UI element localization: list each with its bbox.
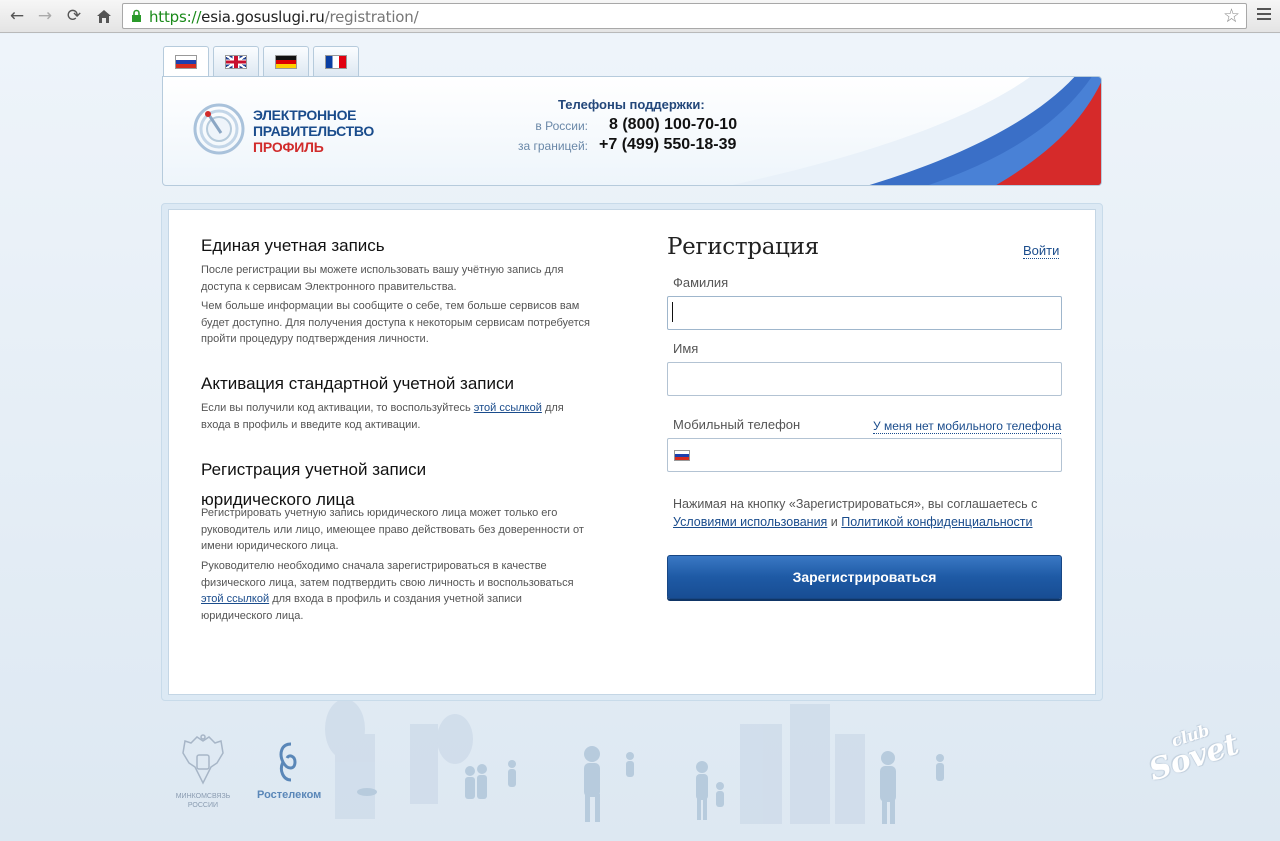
- home-icon[interactable]: [93, 6, 115, 26]
- menu-icon[interactable]: [1257, 8, 1271, 22]
- forward-icon[interactable]: →: [34, 6, 56, 26]
- info-section-1-title: Единая учетная запись: [201, 236, 385, 255]
- info-section-2-title: Активация стандартной учетной записи: [201, 374, 514, 393]
- url-host: esia.gosuslugi.ru: [201, 8, 325, 26]
- phone-country-flag-icon[interactable]: [674, 450, 690, 461]
- surname-label: Фамилия: [673, 275, 729, 290]
- registration-title: Регистрация: [667, 234, 819, 260]
- rostelecom-logo-icon: [279, 742, 297, 782]
- legal-entity-link[interactable]: этой ссылкой: [201, 593, 269, 605]
- reload-icon[interactable]: ⟳: [63, 6, 85, 26]
- gosuslugi-logo-icon: [193, 103, 245, 155]
- logo-text: ЭЛЕКТРОННОЕ ПРАВИТЕЛЬСТВО: [253, 107, 374, 139]
- url-scheme: https://: [149, 8, 202, 26]
- info-section-1-text-2: Чем больше информации вы сообщите о себе…: [201, 300, 591, 345]
- ministry-line-2: РОССИИ: [187, 802, 219, 809]
- language-tabs: [163, 46, 359, 77]
- lang-tab-fr[interactable]: [313, 46, 359, 76]
- url-text: https://esia.gosuslugi.ru/registration/: [149, 8, 419, 26]
- logo-line-3: ПРОФИЛЬ: [253, 139, 324, 155]
- support-russia-phone: 8 (800) 100-70-10: [609, 116, 738, 133]
- flag-de-icon: [275, 54, 297, 69]
- flag-uk-icon: [225, 54, 247, 69]
- no-mobile-phone-link[interactable]: У меня нет мобильного телефона: [873, 419, 1062, 434]
- support-title: Телефоны поддержки:: [558, 97, 705, 112]
- agreement-text: Нажимая на кнопку «Зарегистрироваться», …: [673, 495, 1073, 531]
- info-section-3-text-before: Руководителю необходимо сначала зарегист…: [201, 560, 574, 589]
- site-header: ЭЛЕКТРОННОЕ ПРАВИТЕЛЬСТВО ПРОФИЛЬ Телефо…: [162, 76, 1102, 186]
- phone-input[interactable]: [667, 438, 1062, 472]
- lock-icon: [132, 9, 141, 22]
- lang-tab-ru[interactable]: [163, 46, 209, 77]
- support-russia-label: в России:: [535, 119, 588, 133]
- info-section-2-text-before: Если вы получили код активации, то воспо…: [201, 402, 474, 414]
- text-caret: [672, 302, 673, 322]
- login-link[interactable]: Войти: [1023, 243, 1060, 259]
- rostelecom-text: Ростелеком: [257, 789, 322, 801]
- ministry-line-1: МИНКОМСВЯЗЬ: [175, 793, 231, 800]
- lang-tab-de[interactable]: [263, 46, 309, 76]
- info-section-1-text-1: После регистрации вы можете использовать…: [201, 264, 564, 293]
- support-abroad-label: за границей:: [517, 139, 588, 153]
- star-icon[interactable]: ☆: [1223, 5, 1240, 27]
- info-section-3-title-line-1: Регистрация учетной записи: [201, 460, 427, 479]
- info-section-3-text-1: Регистрировать учетную запись юридическо…: [201, 507, 584, 552]
- back-icon[interactable]: ←: [6, 6, 28, 26]
- terms-of-use-link[interactable]: Условиями использования: [673, 515, 827, 529]
- url-path: /registration/: [324, 8, 419, 26]
- flag-ru-icon: [175, 55, 197, 69]
- phone-label: Мобильный телефон: [673, 417, 801, 432]
- support-abroad-phone: +7 (499) 550-18-39: [599, 136, 737, 153]
- browser-toolbar: ← → ⟳ https://esia.gosuslugi.ru/registra…: [0, 0, 1280, 33]
- agreement-and: и: [827, 515, 842, 529]
- name-input[interactable]: [667, 362, 1062, 396]
- lang-tab-en[interactable]: [213, 46, 259, 76]
- flag-fr-icon: [325, 54, 347, 69]
- surname-input[interactable]: [667, 296, 1062, 330]
- activation-link[interactable]: этой ссылкой: [474, 402, 542, 414]
- info-section-3-text-2: Руководителю необходимо сначала зарегист…: [201, 558, 591, 624]
- privacy-policy-link[interactable]: Политикой конфиденциальности: [841, 515, 1032, 529]
- logo-line-1: ЭЛЕКТРОННОЕ: [253, 107, 357, 123]
- coat-of-arms-icon: [182, 734, 224, 785]
- register-button[interactable]: Зарегистрироваться: [667, 555, 1062, 599]
- info-section-3-title: Регистрация учетной записи юридического …: [201, 459, 426, 511]
- agreement-text-before: Нажимая на кнопку «Зарегистрироваться», …: [673, 497, 1038, 511]
- ministry-logo-text: МИНКОМСВЯЗЬ РОССИИ: [170, 792, 236, 810]
- name-label: Имя: [673, 341, 699, 356]
- info-section-2-text: Если вы получили код активации, то воспо…: [201, 400, 591, 433]
- address-bar[interactable]: https://esia.gosuslugi.ru/registration/ …: [122, 3, 1247, 29]
- logo-line-2: ПРАВИТЕЛЬСТВО: [253, 123, 374, 139]
